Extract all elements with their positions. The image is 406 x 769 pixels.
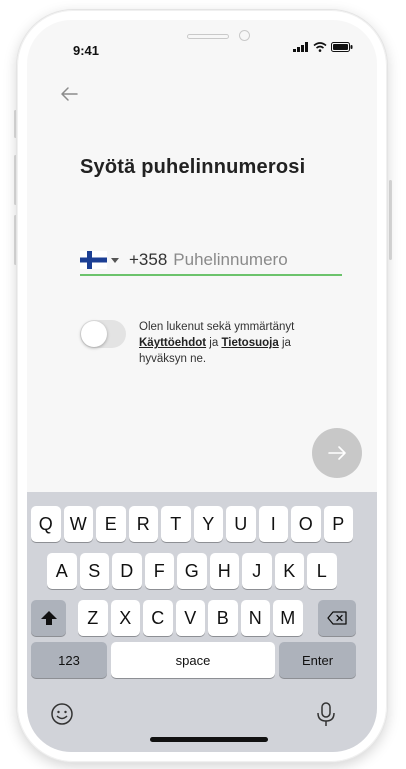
key-k[interactable]: K [274,553,304,589]
consent-toggle[interactable] [80,320,126,348]
key-x[interactable]: X [110,600,140,636]
phone-number-row: +358 [80,245,342,275]
next-button[interactable] [312,428,362,478]
consent-text-start: Olen lukenut sekä ymmärtänyt [139,321,295,333]
dial-code: +358 [129,250,168,269]
key-q[interactable]: Q [31,506,61,542]
speaker-grille [187,34,229,39]
privacy-link[interactable]: Tietosuoja [221,337,278,349]
status-icons [293,42,353,52]
phone-screen: 9:41 Syötä puhelinnumerosi +358 Puhelinn… [27,20,377,752]
phone-number-input[interactable] [173,250,324,270]
key-f[interactable]: F [144,553,174,589]
key-a[interactable]: A [47,553,77,589]
key-n[interactable]: N [240,600,270,636]
key-c[interactable]: C [143,600,173,636]
key-d[interactable]: D [112,553,142,589]
emoji-key[interactable] [50,702,74,731]
key-p[interactable]: P [323,506,353,542]
key-s[interactable]: S [79,553,109,589]
key-r[interactable]: R [128,506,158,542]
key-o[interactable]: O [291,506,321,542]
front-camera [239,30,250,41]
numbers-key[interactable]: 123 [31,642,107,678]
caret-down-icon [111,257,119,263]
key-b[interactable]: B [208,600,238,636]
keyboard: QWERTYUIOP ASDFGHJKL ZXCVBNM 123 space E… [27,492,377,752]
signal-icon [293,42,308,52]
key-z[interactable]: Z [78,600,108,636]
consent-text: Olen lukenut sekä ymmärtänyt Käyttöehdot… [139,319,339,367]
enter-key[interactable]: Enter [279,642,356,678]
key-u[interactable]: U [226,506,256,542]
back-button[interactable] [57,82,81,106]
key-y[interactable]: Y [193,506,223,542]
microphone-key[interactable] [316,702,336,733]
key-v[interactable]: V [175,600,205,636]
phone-input-underline [80,274,342,276]
country-selector[interactable] [80,251,119,269]
backspace-icon [327,611,347,625]
toggle-knob [81,321,107,347]
power-button [389,180,392,260]
finland-flag-icon [80,251,107,269]
key-j[interactable]: J [242,553,272,589]
emoji-icon [51,703,73,725]
key-e[interactable]: E [96,506,126,542]
key-g[interactable]: G [177,553,207,589]
battery-icon [331,42,353,52]
key-t[interactable]: T [161,506,191,542]
microphone-icon [317,702,335,726]
key-i[interactable]: I [258,506,288,542]
backspace-key[interactable] [318,600,356,636]
page-title: Syötä puhelinnumerosi [80,156,306,178]
key-w[interactable]: W [63,506,93,542]
key-m[interactable]: M [273,600,303,636]
consent-text-and: ja [206,337,222,349]
shift-icon [40,611,57,625]
wifi-icon [313,42,327,52]
key-h[interactable]: H [209,553,239,589]
terms-link[interactable]: Käyttöehdot [139,337,206,349]
home-indicator [150,737,268,742]
arrow-right-icon [328,446,346,460]
shift-key[interactable] [31,600,66,636]
key-l[interactable]: L [307,553,337,589]
status-time: 9:41 [73,43,100,58]
arrow-left-icon [61,87,78,101]
space-key[interactable]: space [111,642,275,678]
